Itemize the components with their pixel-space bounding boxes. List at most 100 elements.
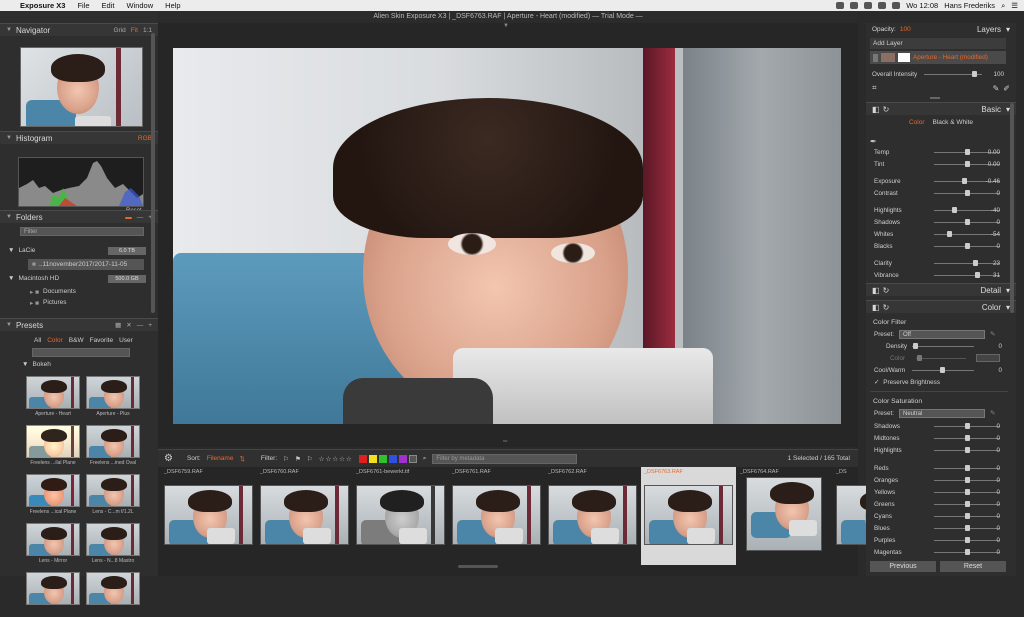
slider-value[interactable]: 0 [996,423,1000,430]
layer-row[interactable]: Aperture - Heart (modified) [870,51,1006,64]
preset-search-input[interactable] [32,348,130,357]
slider-vibrance[interactable]: Vibrance 31 [866,269,1016,281]
disclosure-icon[interactable]: ▼ [22,361,28,368]
filmstrip-item[interactable]: _DSF6764.RAF [737,467,832,565]
slider-oranges[interactable]: Oranges 0 [866,474,1016,486]
slider-knob[interactable] [965,477,970,483]
slider-value[interactable]: 0 [996,465,1000,472]
folder-drive-lacie[interactable]: ▼ LaCie 6.0 TB [0,245,158,256]
color-swatch[interactable] [976,354,1000,362]
slider-yellows[interactable]: Yellows 0 [866,486,1016,498]
folders-header[interactable]: ▼ Folders ▬ — + [0,210,158,223]
slider-knob[interactable] [965,190,970,196]
density-knob[interactable] [913,343,918,349]
collapse-triangle-icon[interactable]: ▼ [6,27,12,33]
slider-value[interactable]: -54 [991,231,1000,238]
preset-item[interactable]: Lens - C...m f/1.2L [86,474,140,519]
tab-color[interactable]: Color [909,119,925,126]
crop-icon[interactable]: ⌗ [872,83,877,93]
slider-knob[interactable] [965,525,970,531]
preset-thumbnail[interactable] [86,376,140,409]
coolwarm-row[interactable]: Cool/Warm 0 [866,364,1016,376]
slider-knob[interactable] [965,465,970,471]
preset-tab-user[interactable]: User [119,337,133,344]
preset-item[interactable] [26,572,80,617]
color-label-swatch[interactable] [358,454,367,463]
navigator-header[interactable]: ▼ Navigator Grid Fit 1:1 [0,23,158,36]
folder-item-documents[interactable]: ▸ ■ Documents [0,286,158,297]
slider-knob[interactable] [947,231,953,237]
preserve-brightness-row[interactable]: ✓ Preserve Brightness [866,376,1016,388]
sort-direction-icon[interactable]: ⇅ [239,455,244,463]
slider-contrast[interactable]: Contrast 0 [866,187,1016,199]
slider-magentas[interactable]: Magentas 0 [866,546,1016,558]
flag-none-icon[interactable]: ⚐ [307,455,313,463]
reset-icon[interactable]: ↻ [883,105,890,114]
slider-highlights[interactable]: Highlights -40 [866,204,1016,216]
color-label-swatch[interactable] [368,454,377,463]
flag-black-icon[interactable]: ⚑ [295,455,301,463]
menu-app[interactable]: Exposure X3 [14,1,71,10]
overall-intensity-knob[interactable] [972,71,977,77]
add-preset-icon[interactable]: + [148,322,152,329]
menu-help[interactable]: Help [159,1,186,10]
preset-item[interactable]: Aperture - Heart [26,376,80,421]
color-knob[interactable] [917,355,922,361]
reset-button[interactable]: Reset [940,561,1006,572]
status-icon-1[interactable] [836,2,845,9]
slider-whites[interactable]: Whites -54 [866,228,1016,240]
preset-item[interactable]: Aperture - Plus [86,376,140,421]
filmstrip-scrollbar[interactable] [458,565,498,568]
filmstrip-thumbnail[interactable] [746,477,822,551]
slider-blues[interactable]: Blues 0 [866,522,1016,534]
flag-white-icon[interactable]: ⚐ [283,455,289,463]
preset-thumbnail[interactable] [86,572,140,605]
preset-thumbnail[interactable] [86,425,140,458]
folder-red-icon[interactable]: ▬ [125,214,132,221]
slider-knob[interactable] [965,513,970,519]
filmstrip-thumbnail[interactable] [644,485,733,545]
resize-handle[interactable] [930,97,940,99]
slider-value[interactable]: -0.46 [986,178,1000,185]
nav-grid-button[interactable]: Grid [113,27,125,34]
previous-button[interactable]: Previous [870,561,936,572]
slider-value[interactable]: 0 [996,435,1000,442]
color-row[interactable]: Color [866,352,1016,364]
slider-knob[interactable] [965,219,970,225]
slider-value[interactable]: -40 [991,207,1000,214]
chevron-down-icon[interactable]: ▾ [1006,25,1010,34]
slider-knob[interactable] [965,149,970,155]
right-scrollbar[interactable] [1010,103,1014,313]
slider-greens[interactable]: Greens 0 [866,498,1016,510]
slider-value[interactable]: 0 [996,537,1000,544]
slider-knob[interactable] [965,549,970,555]
preset-item[interactable]: Freelens ...ical Plane [26,474,80,519]
slider-midtones[interactable]: Midtones 0 [866,432,1016,444]
menu-edit[interactable]: Edit [96,1,121,10]
slider-tint[interactable]: Tint 0.00 [866,158,1016,170]
layer-name[interactable]: Aperture - Heart (modified) [913,54,988,61]
menu-file[interactable]: File [71,1,95,10]
slider-value[interactable]: 0 [996,501,1000,508]
picker-icon[interactable]: ✎ [990,410,995,417]
color-label-swatch[interactable] [378,454,387,463]
slider-value[interactable]: 0 [996,447,1000,454]
remove-preset-icon[interactable]: — [137,322,144,329]
slider-value[interactable]: 23 [993,260,1000,267]
preset-item[interactable] [86,572,140,617]
slider-blacks[interactable]: Blacks 0 [866,240,1016,252]
slider-knob[interactable] [965,447,970,453]
main-photo[interactable] [173,48,841,424]
folder-filter-input[interactable]: Filter [20,227,144,236]
preset-thumbnail[interactable] [26,572,80,605]
collapse-triangle-icon[interactable]: ▼ [6,322,12,328]
preset-thumbnail[interactable] [86,523,140,556]
presets-header[interactable]: ▼ Presets ▦ ✕ — + [0,318,158,331]
picker-icon[interactable]: ✎ [990,331,995,338]
slider-knob[interactable] [961,178,967,184]
overall-intensity-value[interactable]: 100 [993,71,1004,78]
slider-value[interactable]: 0 [996,513,1000,520]
user-name[interactable]: Hans Frederiks [944,1,995,10]
wifi-icon[interactable] [878,2,887,9]
opacity-value[interactable]: 100 [900,26,911,33]
